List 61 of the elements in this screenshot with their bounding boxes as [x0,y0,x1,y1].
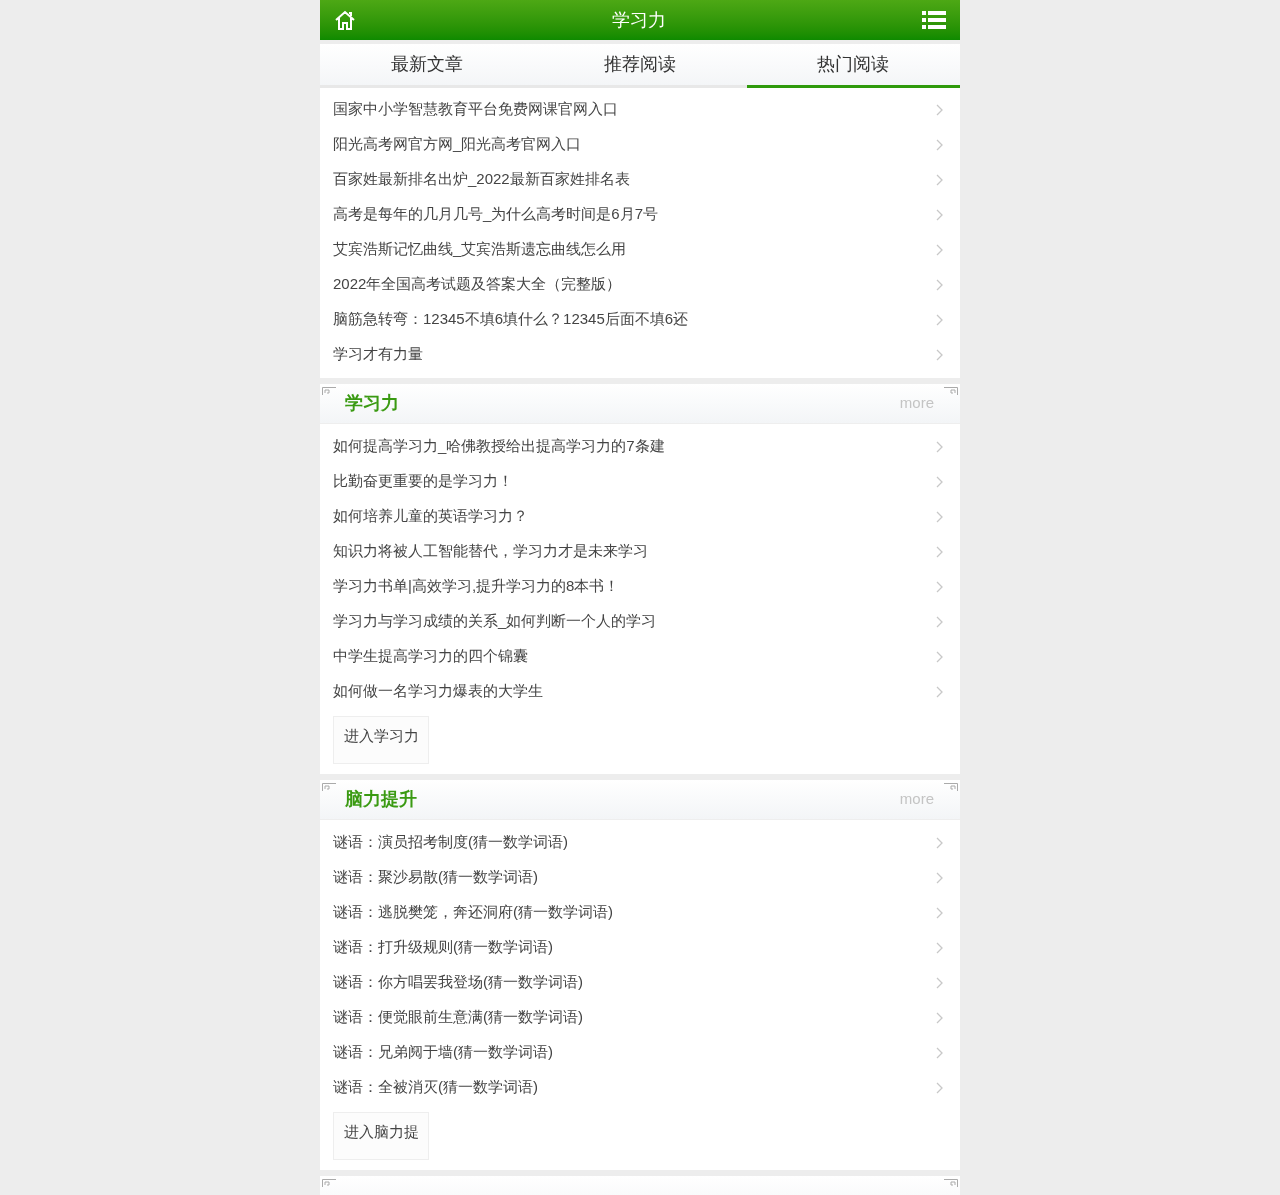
article-link[interactable]: 谜语：全被消灭(猜一数学词语) [320,1070,960,1105]
article-link[interactable]: 2022年全国高考试题及答案大全（完整版） [320,267,960,302]
chevron-right-icon [936,1081,943,1094]
corner-ornament-icon [944,387,958,395]
chevron-right-icon [936,906,943,919]
article-link[interactable]: 知识力将被人工智能替代，学习力才是未来学习 [320,534,960,569]
chevron-right-icon [936,475,943,488]
article-link[interactable]: 国家中小学智慧教育平台免费网课官网入口 [320,92,960,127]
article-link[interactable]: 中学生提高学习力的四个锦囊 [320,639,960,674]
enter-section-button[interactable]: 进入学习力 [333,716,429,764]
article-link[interactable]: 谜语：你方唱罢我登场(猜一数学词语) [320,965,960,1000]
corner-ornament-icon [944,783,958,791]
section-title: 学习力 [345,392,399,415]
menu-icon[interactable] [922,10,946,30]
chevron-right-icon [936,440,943,453]
article-link[interactable]: 比勤奋更重要的是学习力！ [320,464,960,499]
article-link[interactable]: 脑筋急转弯：12345不填6填什么？12345后面不填6还 [320,302,960,337]
chevron-right-icon [936,615,943,628]
chevron-right-icon [936,871,943,884]
article-link[interactable]: 高考是每年的几月几号_为什么高考时间是6月7号 [320,197,960,232]
article-link[interactable]: 谜语：兄弟阋于墙(猜一数学词语) [320,1035,960,1070]
chevron-right-icon [936,836,943,849]
article-link[interactable]: 谜语：打升级规则(猜一数学词语) [320,930,960,965]
corner-ornament-icon [944,1179,958,1187]
article-link[interactable]: 学习力与学习成绩的关系_如何判断一个人的学习 [320,604,960,639]
enter-section-button[interactable]: 进入脑力提 [333,1112,429,1160]
chevron-right-icon [936,976,943,989]
corner-ornament-icon [322,783,336,791]
chevron-right-icon [936,313,943,326]
home-icon[interactable] [334,9,356,31]
article-link[interactable]: 百家姓最新排名出炉_2022最新百家姓排名表 [320,162,960,197]
page-title: 学习力 [612,8,666,32]
chevron-right-icon [936,243,943,256]
chevron-right-icon [936,580,943,593]
chevron-right-icon [936,103,943,116]
chevron-right-icon [936,138,943,151]
chevron-right-icon [936,650,943,663]
article-link[interactable]: 谜语：演员招考制度(猜一数学词语) [320,825,960,860]
article-link[interactable]: 谜语：便觉眼前生意满(猜一数学词语) [320,1000,960,1035]
article-link[interactable]: 谜语：聚沙易散(猜一数学词语) [320,860,960,895]
chevron-right-icon [936,348,943,361]
chevron-right-icon [936,510,943,523]
chevron-right-icon [936,278,943,291]
article-link[interactable]: 如何培养儿童的英语学习力？ [320,499,960,534]
article-link[interactable]: 如何提高学习力_哈佛教授给出提高学习力的7条建 [320,429,960,464]
chevron-right-icon [936,1011,943,1024]
chevron-right-icon [936,685,943,698]
corner-ornament-icon [322,1179,336,1187]
article-link[interactable]: 阳光高考网官方网_阳光高考官网入口 [320,127,960,162]
article-link[interactable]: 如何做一名学习力爆表的大学生 [320,674,960,709]
article-link[interactable]: 艾宾浩斯记忆曲线_艾宾浩斯遗忘曲线怎么用 [320,232,960,267]
article-link[interactable]: 学习才有力量 [320,337,960,372]
chevron-right-icon [936,173,943,186]
chevron-right-icon [936,941,943,954]
article-link[interactable]: 谜语：逃脱樊笼，奔还洞府(猜一数学词语) [320,895,960,930]
corner-ornament-icon [322,387,336,395]
article-link[interactable]: 学习力书单|高效学习,提升学习力的8本书！ [320,569,960,604]
chevron-right-icon [936,1046,943,1059]
chevron-right-icon [936,208,943,221]
section-title: 脑力提升 [345,788,417,811]
chevron-right-icon [936,545,943,558]
